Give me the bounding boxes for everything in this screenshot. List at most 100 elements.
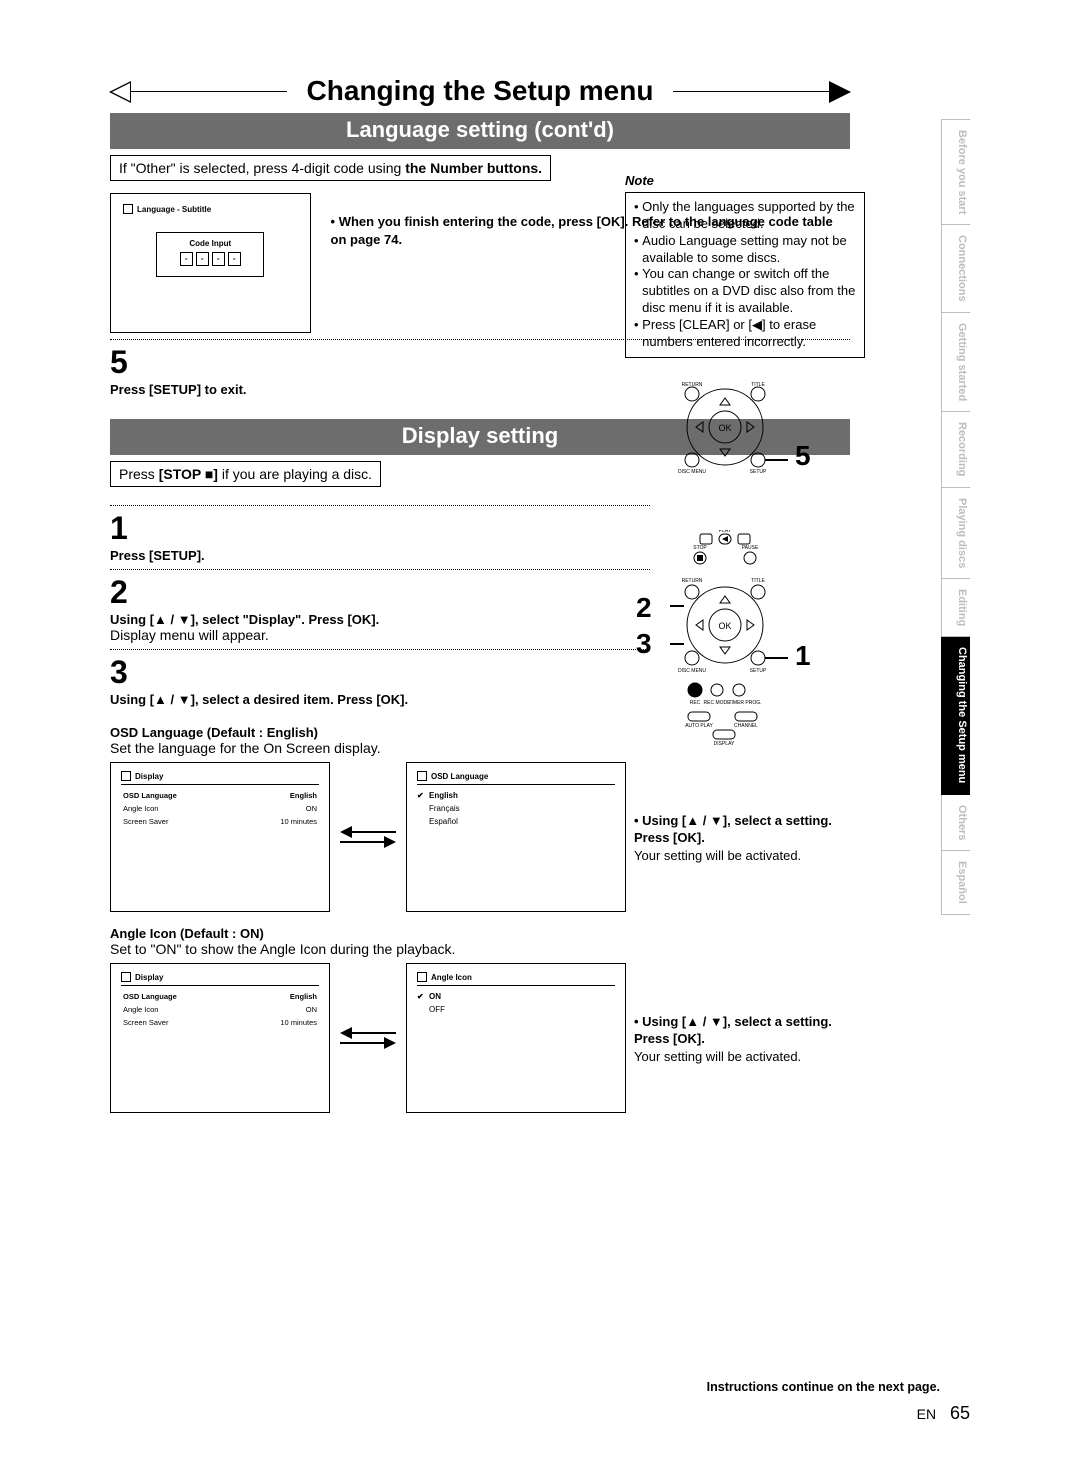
angle-menu-header: Angle Icon (431, 973, 472, 982)
svg-text:CHANNEL: CHANNEL (734, 723, 758, 729)
tab-connections: Connections (941, 225, 970, 313)
svg-text:AUTO PLAY: AUTO PLAY (685, 723, 713, 729)
table-row: OSD LanguageEnglish (121, 789, 319, 802)
osd-language-heading: OSD Language (Default : English) (110, 725, 970, 740)
osd-right-bold: • Using [▲ / ▼], select a setting. Press… (634, 812, 834, 847)
code-cell: - (228, 252, 241, 266)
display-menu-header-2: Display (135, 973, 163, 982)
code-input-box: Code Input - - - - (156, 232, 264, 277)
table-row: Screen Saver10 minutes (121, 815, 319, 828)
svg-text:OK: OK (718, 621, 731, 631)
display-menu-screen-osd: Display OSD LanguageEnglish Angle IconON… (110, 762, 330, 912)
tab-editing: Editing (941, 579, 970, 637)
svg-text:DISPLAY: DISPLAY (714, 741, 735, 745)
language-intro-bold: the Number buttons. (405, 160, 542, 176)
code-screen-header: Language - Subtitle (123, 204, 298, 214)
double-arrow-icon (338, 1025, 398, 1051)
footer-page-number: 65 (950, 1403, 970, 1423)
osd-lang-header: OSD Language (431, 772, 488, 781)
separator (110, 505, 650, 506)
language-intro-box: If "Other" is selected, press 4-digit co… (110, 155, 551, 181)
display-menu-header: Display (135, 772, 163, 781)
separator (110, 649, 650, 650)
note-item: Only the languages supported by the disc… (634, 199, 856, 233)
osd-screens-row: Display OSD LanguageEnglish Angle IconON… (110, 762, 970, 912)
tab-playing-discs: Playing discs (941, 488, 970, 579)
option-english: English (417, 789, 615, 802)
code-input-label: Code Input (165, 239, 255, 248)
note-column: Note Only the languages supported by the… (625, 173, 865, 358)
code-cell: - (180, 252, 193, 266)
footer-language: EN (917, 1406, 936, 1422)
square-icon (417, 771, 427, 781)
svg-text:OK: OK (718, 423, 731, 433)
tab-getting-started: Getting started (941, 313, 970, 412)
svg-text:REC MODE: REC MODE (704, 700, 732, 706)
step-1-number: 1 (110, 512, 970, 544)
table-row: Angle IconON (121, 1003, 319, 1016)
display-intro-suffix: if you are playing a disc. (218, 466, 372, 482)
angle-icon-heading: Angle Icon (Default : ON) (110, 926, 970, 941)
square-icon (121, 771, 131, 781)
step-1-text: Press [SETUP]. (110, 548, 970, 563)
svg-text:DISC MENU: DISC MENU (678, 668, 706, 674)
angle-right-bold: • Using [▲ / ▼], select a setting. Press… (634, 1013, 834, 1048)
square-icon (417, 972, 427, 982)
code-cell: - (212, 252, 225, 266)
display-intro-prefix: Press (119, 466, 159, 482)
option-off: OFF (417, 1003, 615, 1016)
remote-dpad-top: OK RETURN TITLE DISC MENU SETUP (670, 380, 795, 475)
continue-next-page: Instructions continue on the next page. (707, 1380, 940, 1394)
svg-text:SETUP: SETUP (750, 469, 767, 475)
tab-espanol: Español (941, 851, 970, 915)
svg-text:STOP: STOP (693, 545, 707, 551)
step-2-body: Display menu will appear. (110, 627, 970, 643)
code-cells: - - - - (165, 252, 255, 266)
remote-callout-3: 3 (636, 628, 652, 660)
osd-right-body: Your setting will be activated. (634, 847, 834, 865)
tab-changing-setup-menu: Changing the Setup menu (941, 637, 970, 794)
section-language-setting: Language setting (cont'd) (110, 113, 850, 149)
svg-text:SETUP: SETUP (750, 668, 767, 674)
option-francais: Français (417, 802, 615, 815)
display-menu-table-2: OSD LanguageEnglish Angle IconON Screen … (121, 990, 319, 1029)
svg-text:RETURN: RETURN (682, 578, 703, 584)
tab-recording: Recording (941, 412, 970, 487)
remote-callout-2: 2 (636, 592, 652, 624)
step-2-number: 2 (110, 576, 970, 608)
note-item: Audio Language setting may not be availa… (634, 233, 856, 267)
display-menu-screen-angle: Display OSD LanguageEnglish Angle IconON… (110, 963, 330, 1113)
tab-before-you-start: Before you start (941, 119, 970, 225)
display-intro-box: Press [STOP ■] if you are playing a disc… (110, 461, 381, 487)
osd-language-body: Set the language for the On Screen displ… (110, 740, 970, 756)
code-screen-title: Language - Subtitle (137, 205, 211, 214)
note-box: Only the languages supported by the disc… (625, 192, 865, 358)
step-5-text: Press [SETUP] to exit. (110, 382, 970, 397)
page: Before you start Connections Getting sta… (0, 0, 1080, 1469)
remote-diagram-main: PLAY STOP PAUSE OK RETURN TITLE DISC MEN… (670, 530, 795, 745)
note-item: Press [CLEAR] or [◀] to erase numbers en… (634, 317, 856, 351)
display-menu-table: OSD LanguageEnglish Angle IconON Screen … (121, 789, 319, 828)
remote-callout-5: 5 (795, 440, 811, 472)
angle-icon-body: Set to "ON" to show the Angle Icon durin… (110, 941, 970, 957)
step-2-text: Using [▲ / ▼], select "Display". Press [… (110, 612, 970, 627)
svg-text:REC: REC (690, 700, 701, 706)
angle-right-body: Your setting will be activated. (634, 1048, 834, 1066)
option-espanol: Español (417, 815, 615, 828)
display-intro-bold: [STOP ■] (159, 466, 218, 482)
svg-text:PLAY: PLAY (719, 530, 732, 534)
square-icon (123, 204, 133, 214)
language-intro-text: If "Other" is selected, press 4-digit co… (119, 160, 405, 176)
svg-text:TIMER PROG.: TIMER PROG. (728, 700, 761, 706)
square-icon (121, 972, 131, 982)
tab-others: Others (941, 795, 970, 851)
code-cell: - (196, 252, 209, 266)
angle-icon-options-screen: Angle Icon ON OFF (406, 963, 626, 1113)
note-title: Note (625, 173, 865, 190)
svg-text:PAUSE: PAUSE (742, 545, 759, 551)
page-footer: EN 65 (917, 1403, 970, 1424)
table-row: Angle IconON (121, 802, 319, 815)
angle-screens-row: Display OSD LanguageEnglish Angle IconON… (110, 963, 970, 1113)
section-tabs: Before you start Connections Getting sta… (941, 119, 970, 915)
double-arrow-icon (338, 824, 398, 850)
